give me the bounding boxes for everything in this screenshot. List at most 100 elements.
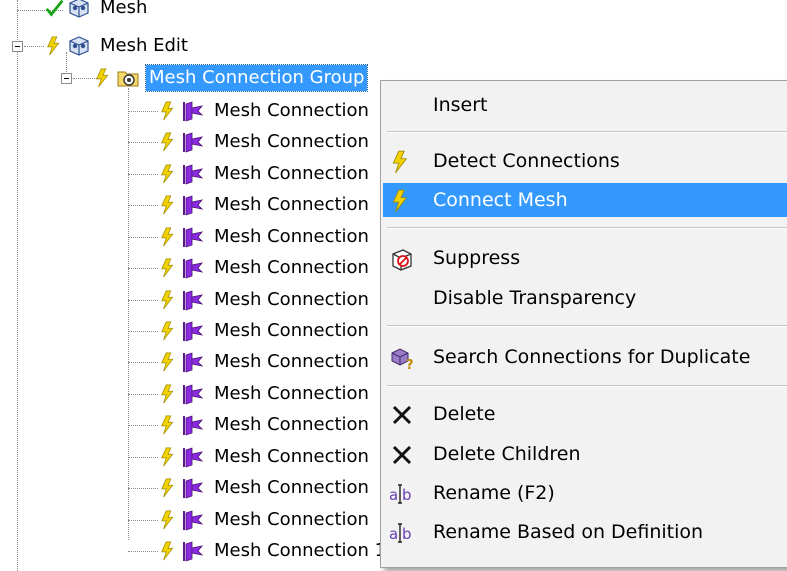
menu-item-disable-transparency[interactable]: Disable Transparency: [383, 281, 787, 315]
menu-item-rename-based-on-definition[interactable]: Rename Based on Definition: [383, 515, 787, 549]
tree-node-label: Mesh Connection Group: [144, 64, 369, 92]
tree-node-mesh-connection[interactable]: Mesh Connection: [158, 316, 372, 346]
tree-node-mesh-edit[interactable]: Mesh Edit: [44, 31, 191, 61]
tree-node-mesh-connection-group[interactable]: Mesh Connection Group: [93, 63, 369, 93]
menu-item-label: Connect Mesh: [433, 189, 568, 211]
lightning-icon: [158, 256, 180, 280]
tree-node-mesh-connection[interactable]: Mesh Connection: [158, 410, 372, 440]
tree-node-mesh-connection[interactable]: Mesh Connection: [158, 442, 372, 472]
tree-node-mesh-connection[interactable]: Mesh Connection: [158, 190, 372, 220]
lightning-icon: [389, 188, 415, 214]
mesh-connection-icon: [181, 350, 205, 374]
tree-line: [128, 394, 158, 395]
tree-node-label: Mesh Connection: [214, 446, 369, 467]
mesh-connection-icon: [181, 445, 205, 469]
lightning-icon: [158, 508, 180, 532]
lightning-icon: [158, 99, 180, 123]
tree-node-mesh-connection[interactable]: Mesh Connection: [158, 505, 372, 535]
tree-node-mesh-connection[interactable]: Mesh Connection: [158, 473, 372, 503]
tree-node-mesh[interactable]: Mesh: [44, 0, 150, 22]
mesh-connection-icon: [181, 319, 205, 343]
tree-node-mesh-connection[interactable]: Mesh Connection: [158, 222, 372, 252]
menu-item-delete-children[interactable]: Delete Children: [383, 437, 787, 471]
tree-line: [24, 46, 44, 47]
lightning-icon: [158, 193, 180, 217]
menu-item-label: Delete: [433, 403, 496, 425]
menu-separator: [387, 227, 787, 229]
tree-node-label: Mesh Connection: [214, 257, 369, 278]
collapse-toggle-group[interactable]: [61, 73, 72, 84]
lightning-icon: [158, 539, 180, 563]
tree-node-mesh-connection[interactable]: Mesh Connection: [158, 379, 372, 409]
connection-group-icon: [116, 66, 140, 90]
tree-line: [128, 488, 158, 489]
tree-node-mesh-connection[interactable]: Mesh Connection: [158, 127, 372, 157]
menu-item-label: Suppress: [433, 247, 521, 269]
tree-node-label: Mesh Connection: [214, 477, 369, 498]
menu-item-detect-connections[interactable]: Detect Connections: [383, 144, 787, 178]
menu-item-label: Insert: [433, 94, 488, 116]
lightning-icon: [158, 350, 180, 374]
menu-item-label: Delete Children: [433, 443, 581, 465]
rename-icon: [389, 520, 415, 546]
tree-line: [128, 88, 129, 540]
menu-item-search-duplicates[interactable]: Search Connections for Duplicate: [383, 340, 787, 374]
lightning-icon: [158, 476, 180, 500]
menu-item-connect-mesh[interactable]: Connect Mesh: [383, 183, 787, 217]
check-icon: [44, 0, 66, 20]
menu-item-suppress[interactable]: Suppress: [383, 241, 787, 275]
tree-node-mesh-connection[interactable]: Mesh Connection: [158, 253, 372, 283]
close-icon: [389, 442, 415, 468]
collapse-toggle-mesh-edit[interactable]: [12, 41, 23, 52]
lightning-icon: [158, 319, 180, 343]
tree-node-label: Mesh Connection: [214, 320, 369, 341]
tree-node-label: Mesh: [100, 0, 148, 18]
lightning-icon: [158, 413, 180, 437]
menu-item-label: Rename (F2): [433, 482, 555, 504]
menu-item-delete[interactable]: Delete: [383, 397, 787, 431]
tree-line: [128, 551, 158, 552]
menu-item-insert[interactable]: Insert: [383, 88, 787, 122]
tree-node-label: Mesh Connection 15: [214, 540, 398, 561]
tree-line: [128, 205, 158, 206]
tree-line: [128, 457, 158, 458]
menu-item-rename[interactable]: Rename (F2): [383, 476, 787, 510]
lightning-icon: [158, 445, 180, 469]
tree-node-mesh-connection[interactable]: Mesh Connection: [158, 159, 372, 189]
mesh-connection-icon: [181, 99, 205, 123]
rename-icon: [389, 481, 415, 507]
mesh-connection-icon: [181, 288, 205, 312]
tree-line: [128, 237, 158, 238]
mesh-connection-icon: [181, 193, 205, 217]
tree-line: [128, 362, 158, 363]
tree-node-label: Mesh Connection: [214, 226, 369, 247]
tree-node-mesh-connection[interactable]: Mesh Connection 15: [158, 536, 401, 566]
mesh-edit-icon: [67, 34, 91, 58]
lightning-icon: [158, 130, 180, 154]
tree-node-label: Mesh Connection: [214, 383, 369, 404]
menu-separator: [387, 131, 787, 133]
context-menu: Insert Detect Connections Connect Mesh S…: [380, 80, 787, 568]
tree-node-mesh-connection[interactable]: Mesh Connection: [158, 285, 372, 315]
tree-line: [128, 331, 158, 332]
mesh-connection-icon: [181, 130, 205, 154]
tree-node-label: Mesh Connection: [214, 163, 369, 184]
mesh-connection-icon: [181, 476, 205, 500]
tree-line: [128, 111, 158, 112]
tree-line: [17, 0, 18, 40]
tree-node-label: Mesh Edit: [100, 35, 188, 56]
tree-line: [128, 268, 158, 269]
mesh-connection-icon: [181, 162, 205, 186]
tree-node-mesh-connection[interactable]: Mesh Connection: [158, 96, 372, 126]
close-icon: [389, 402, 415, 428]
lightning-icon: [158, 162, 180, 186]
tree-line: [128, 425, 158, 426]
lightning-icon: [158, 288, 180, 312]
tree-node-label: Mesh Connection: [214, 289, 369, 310]
tree-line: [128, 142, 158, 143]
lightning-icon: [44, 34, 66, 58]
tree-node-mesh-connection[interactable]: Mesh Connection: [158, 347, 372, 377]
tree-line: [128, 300, 158, 301]
lightning-icon: [158, 225, 180, 249]
tree-node-label: Mesh Connection: [214, 194, 369, 215]
